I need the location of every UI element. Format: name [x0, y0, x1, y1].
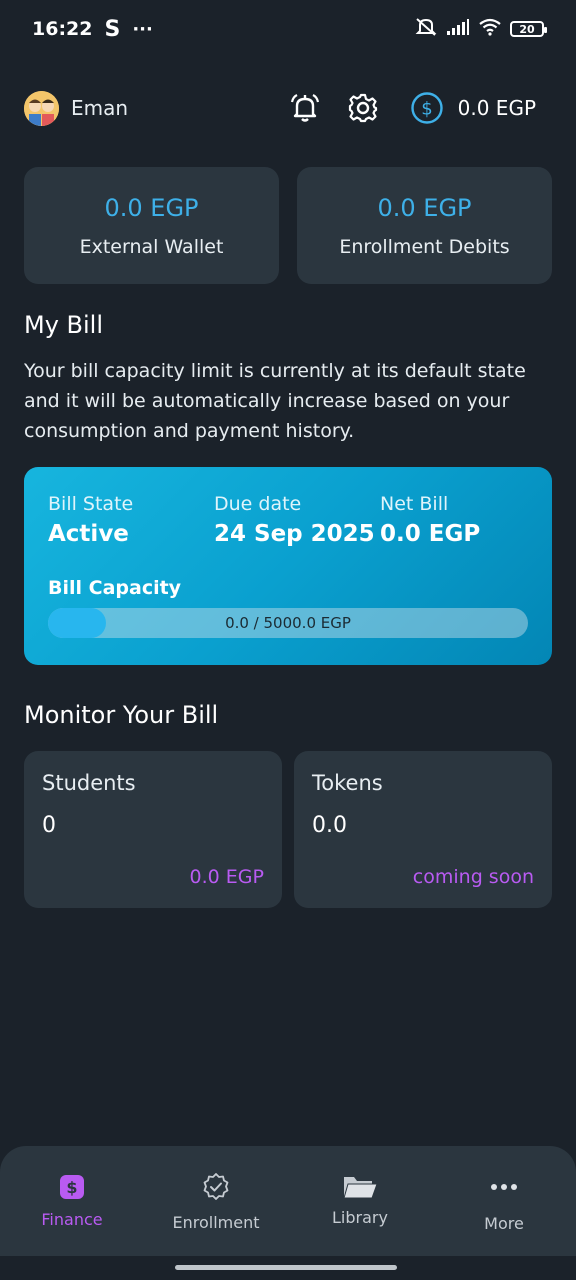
- enrollment-debits-card[interactable]: 0.0 EGP Enrollment Debits: [297, 167, 552, 284]
- nav-finance-label: Finance: [41, 1210, 103, 1229]
- bill-capacity-text: 0.0 / 5000.0 EGP: [225, 614, 351, 632]
- svg-text:$: $: [66, 1178, 77, 1197]
- settings-gear-icon[interactable]: [346, 91, 380, 125]
- monitor-title: Monitor Your Bill: [24, 701, 219, 729]
- bill-card[interactable]: Bill State Active Due date 24 Sep 2025 N…: [24, 467, 552, 665]
- external-wallet-amount: 0.0 EGP: [104, 193, 199, 222]
- tokens-value: 0.0: [312, 813, 347, 838]
- status-right: 20: [414, 17, 547, 41]
- avatar[interactable]: [24, 90, 59, 126]
- header-actions: $ 0.0 EGP: [288, 91, 536, 125]
- mute-icon: [414, 17, 438, 41]
- nav-finance[interactable]: $ Finance: [0, 1146, 144, 1256]
- status-time: 16:22: [32, 18, 93, 40]
- tokens-coming-soon: coming soon: [412, 866, 534, 888]
- status-left: 16:22 S ···: [32, 17, 153, 42]
- nav-library-label: Library: [332, 1208, 388, 1227]
- due-date-label: Due date: [214, 493, 302, 515]
- due-date-value: 24 Sep 2025: [214, 521, 375, 547]
- nav-enrollment[interactable]: Enrollment: [144, 1146, 288, 1256]
- header: Eman $ 0.0 EGP: [24, 86, 536, 130]
- bill-capacity-progress: 0.0 / 5000.0 EGP: [48, 608, 528, 638]
- my-bill-description: Your bill capacity limit is currently at…: [24, 360, 526, 442]
- nav-library[interactable]: Library: [288, 1146, 432, 1256]
- svg-text:$: $: [421, 99, 432, 120]
- status-more: ···: [132, 18, 153, 40]
- signal-icon: [446, 18, 470, 40]
- tokens-card[interactable]: Tokens 0.0 coming soon: [294, 751, 552, 908]
- my-bill-title: My Bill: [24, 311, 104, 339]
- students-card[interactable]: Students 0 0.0 EGP: [24, 751, 282, 908]
- folder-open-icon: [342, 1170, 378, 1204]
- badge-check-icon: [201, 1170, 231, 1204]
- home-indicator[interactable]: [175, 1265, 397, 1270]
- students-label: Students: [42, 771, 136, 795]
- bill-capacity-label: Bill Capacity: [48, 577, 182, 599]
- dollar-circle-icon[interactable]: $: [410, 91, 444, 125]
- bill-state-value: Active: [48, 521, 129, 547]
- user-name[interactable]: Eman: [71, 96, 128, 120]
- external-wallet-card[interactable]: 0.0 EGP External Wallet: [24, 167, 279, 284]
- bill-state-label: Bill State: [48, 493, 134, 515]
- bill-state-col: Bill State Active: [48, 493, 214, 547]
- due-date-col: Due date 24 Sep 2025: [214, 493, 380, 547]
- net-bill-value: 0.0 EGP: [380, 521, 481, 547]
- monitor-row: Students 0 0.0 EGP Tokens 0.0 coming soo…: [24, 751, 552, 908]
- nav-more[interactable]: More: [432, 1146, 576, 1256]
- students-amount: 0.0 EGP: [189, 866, 264, 888]
- tokens-label: Tokens: [312, 771, 383, 795]
- header-balance[interactable]: 0.0 EGP: [458, 96, 536, 120]
- notifications-bell-icon[interactable]: [288, 91, 322, 125]
- battery-icon: 20: [510, 21, 547, 37]
- bottom-nav: $ Finance Enrollment Library More: [0, 1146, 576, 1256]
- dollar-icon: $: [59, 1170, 85, 1204]
- nav-enrollment-label: Enrollment: [172, 1213, 260, 1232]
- net-bill-col: Net Bill 0.0 EGP: [380, 493, 480, 547]
- status-bar: 16:22 S ··· 20: [0, 0, 576, 58]
- enrollment-debits-label: Enrollment Debits: [339, 235, 510, 258]
- status-carrier-glyph: S: [104, 16, 121, 42]
- enrollment-debits-amount: 0.0 EGP: [377, 193, 472, 222]
- wallet-row: 0.0 EGP External Wallet 0.0 EGP Enrollme…: [24, 167, 552, 284]
- wifi-icon: [478, 18, 502, 40]
- students-value: 0: [42, 813, 56, 838]
- more-icon: [490, 1170, 518, 1204]
- external-wallet-label: External Wallet: [79, 235, 224, 258]
- bill-details: Bill State Active Due date 24 Sep 2025 N…: [48, 493, 528, 547]
- nav-more-label: More: [484, 1214, 524, 1233]
- net-bill-label: Net Bill: [380, 493, 449, 515]
